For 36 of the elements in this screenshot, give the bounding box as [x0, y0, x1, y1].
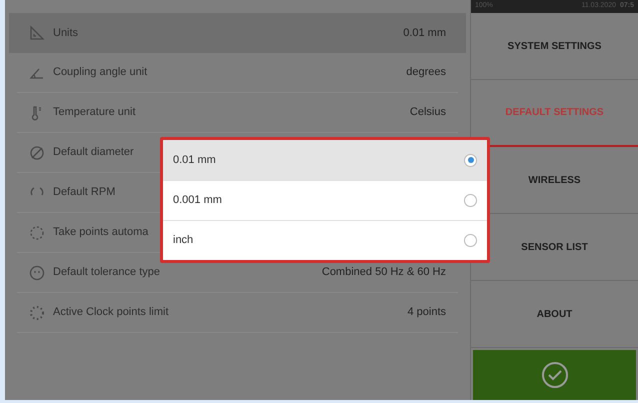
- radio-button[interactable]: [464, 154, 477, 166]
- setting-label: Default tolerance type: [53, 265, 160, 280]
- dropdown-option[interactable]: 0.001 mm: [163, 180, 487, 220]
- setting-label: Temperature unit: [53, 105, 136, 120]
- menu-tab[interactable]: SYSTEM SETTINGS: [471, 13, 638, 80]
- smiley-icon: [29, 264, 45, 280]
- setting-label: Take points automa: [53, 225, 148, 240]
- radio-button[interactable]: [464, 234, 477, 247]
- settings-row[interactable]: Coupling angle unit degrees: [17, 53, 458, 93]
- settings-row[interactable]: Units 0.01 mm: [9, 13, 466, 53]
- setting-label: Units: [53, 26, 78, 41]
- menu-tab[interactable]: SENSOR LIST: [471, 214, 638, 281]
- setting-value: Combined 50 Hz & 60 Hz: [322, 265, 446, 280]
- settings-row[interactable]: Active Clock points limit 4 points: [17, 293, 458, 333]
- setting-value: 4 points: [407, 305, 446, 320]
- checkmark-icon: [540, 361, 568, 389]
- radio-button[interactable]: [464, 194, 477, 207]
- setting-label: Coupling angle unit: [53, 65, 148, 80]
- setting-label: Default diameter: [53, 145, 134, 160]
- option-label: inch: [173, 233, 194, 248]
- dropdown-option[interactable]: inch: [163, 220, 487, 260]
- menu-tab[interactable]: WIRELESS: [471, 147, 638, 214]
- dotted-circle-icon: [29, 304, 45, 320]
- dotted-circle-icon: [29, 224, 45, 240]
- dropdown-option[interactable]: 0.01 mm: [163, 140, 487, 180]
- confirm-button[interactable]: [473, 350, 636, 400]
- diameter-icon: [29, 144, 45, 160]
- setting-value: Celsius: [410, 105, 446, 120]
- setting-label: Default RPM: [53, 185, 116, 200]
- menu-tab[interactable]: ABOUT: [471, 281, 638, 348]
- setting-label: Active Clock points limit: [53, 305, 169, 320]
- option-label: 0.01 mm: [173, 152, 216, 168]
- setting-value: 0.01 mm: [403, 26, 446, 41]
- settings-row[interactable]: Temperature unit Celsius: [17, 93, 458, 133]
- setting-value: degrees: [406, 65, 446, 80]
- option-label: 0.001 mm: [173, 193, 222, 208]
